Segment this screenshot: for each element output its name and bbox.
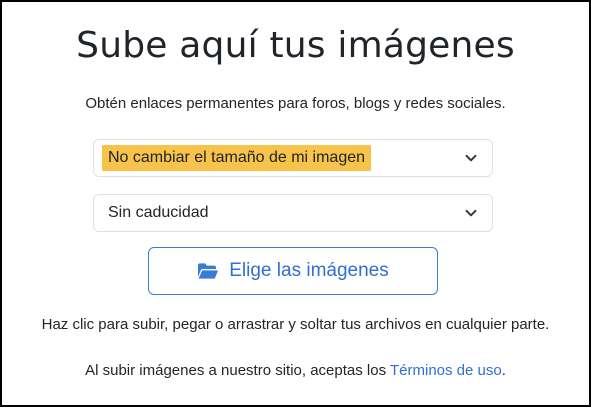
choose-images-label: Elige las imágenes	[229, 260, 389, 281]
page-title: Sube aquí tus imágenes	[76, 25, 515, 66]
choose-images-button[interactable]: Elige las imágenes	[148, 247, 438, 295]
terms-link[interactable]: Términos de uso	[390, 362, 502, 379]
resize-select[interactable]: No cambiar el tamaño de mi imagen	[93, 139, 493, 177]
terms-prefix: Al subir imágenes a nuestro sitio, acept…	[85, 362, 390, 379]
folder-open-icon	[197, 262, 219, 280]
resize-select-value: No cambiar el tamaño de mi imagen	[102, 145, 372, 171]
chevron-down-icon	[464, 151, 478, 165]
expiry-select[interactable]: Sin caducidad	[93, 194, 493, 232]
page-subtitle: Obtén enlaces permanentes para foros, bl…	[85, 95, 506, 112]
page-frame: Sube aquí tus imágenes Obtén enlaces per…	[0, 0, 591, 407]
terms-suffix: .	[501, 362, 506, 379]
expiry-select-value: Sin caducidad	[108, 204, 209, 221]
upload-hint: Haz clic para subir, pegar o arrastrar y…	[41, 316, 550, 333]
chevron-down-icon	[464, 206, 478, 220]
terms-notice: Al subir imágenes a nuestro sitio, acept…	[2, 361, 589, 381]
